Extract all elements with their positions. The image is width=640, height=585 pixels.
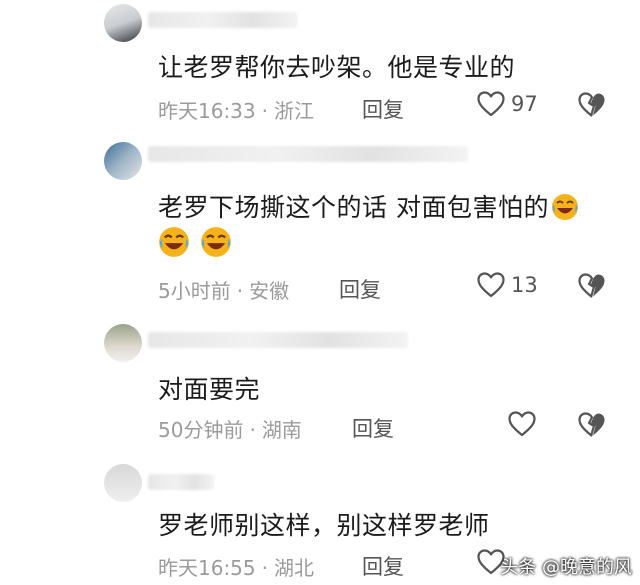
avatar[interactable] [104,142,142,180]
comment-location: 湖北 [274,556,314,580]
watermark: 头条 @晚意的风 [500,557,632,578]
comment-text-body: 老罗下场撕这个的话 对面包害怕的 [158,193,549,222]
like-button[interactable] [508,411,536,437]
comment-location: 湖南 [261,418,302,442]
heart-outline-icon [477,272,505,298]
username-blurred[interactable] [148,332,408,348]
avatar[interactable] [104,464,142,502]
comment-meta: 5小时前 · 安徽 [158,275,289,304]
heart-outline-icon [477,91,505,117]
meta-separator: · [261,556,268,580]
like-button[interactable]: 97 [477,91,538,117]
broken-heart-icon [578,412,605,437]
crying-laughing-emoji [159,227,189,257]
dislike-button[interactable] [578,92,606,122]
comment-time: 昨天16:55 [158,556,256,580]
crying-laughing-emoji [201,227,232,257]
comment-meta: 昨天16:33 · 浙江 [158,95,314,124]
like-count: 97 [511,92,538,116]
comment-time: 5小时前 [158,279,231,303]
reply-button[interactable]: 回复 [362,551,404,581]
comment-time: 50分钟前 [158,418,244,442]
broken-heart-icon [578,92,605,117]
comment-location: 浙江 [274,99,314,123]
avatar[interactable] [104,4,142,42]
comment-text: 对面要完 [158,375,261,404]
comment-meta: 昨天16:55 · 湖北 [158,552,314,581]
username-blurred[interactable] [148,146,468,162]
heart-outline-icon [508,411,536,437]
meta-separator: · [236,279,244,303]
reply-button[interactable]: 回复 [362,94,404,124]
dislike-button[interactable] [578,412,606,442]
meta-separator: · [249,418,256,442]
username-blurred[interactable] [148,12,298,28]
dislike-button[interactable] [578,273,606,303]
comment-text: 罗老师别这样，别这样罗老师 [158,511,490,540]
meta-separator: · [261,99,268,123]
comment-meta: 50分钟前 · 湖南 [158,414,302,443]
reply-button[interactable]: 回复 [339,274,381,304]
comment-text: 老罗下场撕这个的话 对面包害怕的 [158,188,579,224]
like-count: 13 [511,273,538,297]
username-blurred[interactable] [148,474,214,490]
like-button[interactable]: 13 [477,272,538,298]
broken-heart-icon [578,273,605,298]
comment-list: 让老罗帮你去吵架。他是专业的 昨天16:33 · 浙江 回复 97 老罗下场撕这个的… [0,0,640,585]
avatar[interactable] [104,324,142,362]
comment-location: 安徽 [249,279,290,303]
crying-laughing-emoji [551,194,578,220]
emoji-row [158,226,232,259]
comment-time: 昨天16:33 [158,99,256,123]
comment-text: 让老罗帮你去吵架。他是专业的 [158,53,516,82]
reply-button[interactable]: 回复 [352,413,394,443]
